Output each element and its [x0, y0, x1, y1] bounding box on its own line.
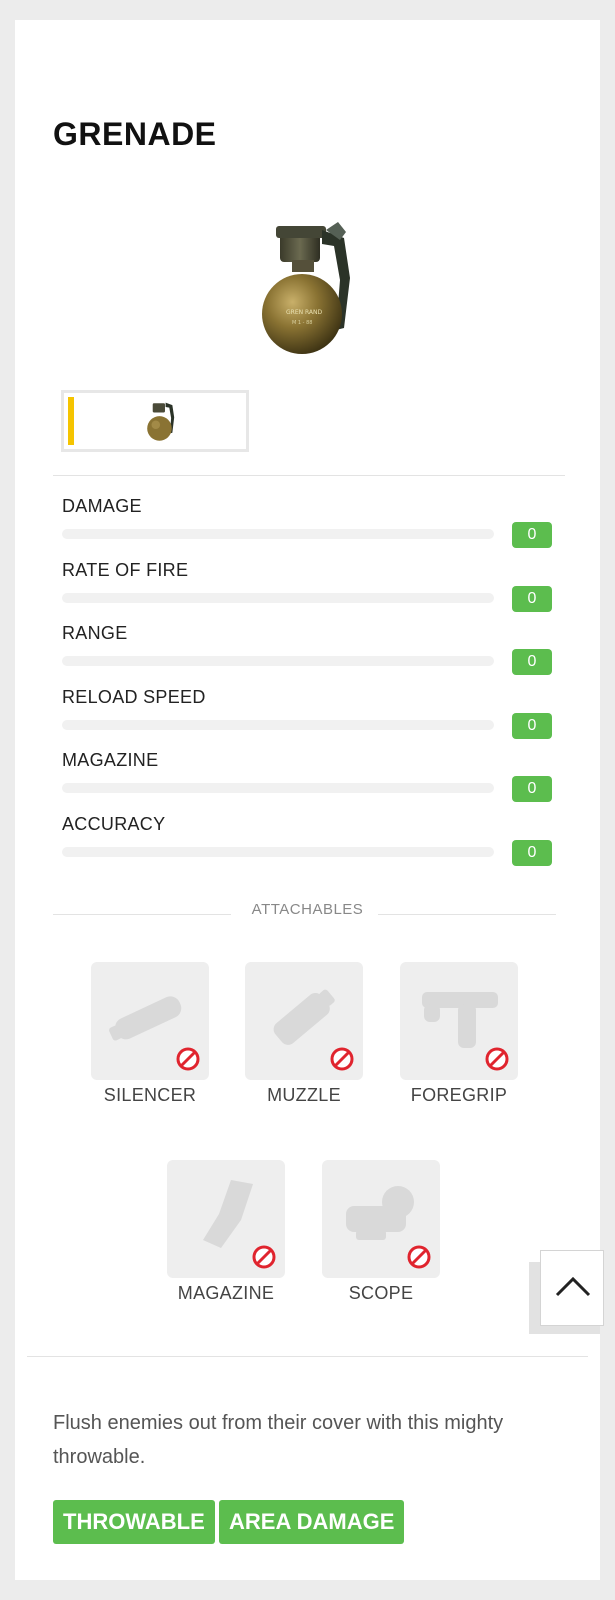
foregrip-icon [422, 992, 498, 1048]
weapon-card: GRENADE GREN RAND M 1 - 88 DAMAGE 0 RATE… [15, 20, 600, 1580]
muzzle-icon [273, 989, 335, 1045]
stat-bar-track [62, 529, 494, 539]
unavailable-icon [252, 1245, 276, 1269]
chevron-up-icon [555, 1276, 591, 1297]
stat-label: RANGE [62, 623, 128, 643]
stat-value-badge: 0 [512, 776, 552, 802]
grenade-thumbnail-image [147, 402, 175, 441]
scope-icon [346, 1186, 414, 1240]
stat-bar-track [62, 656, 494, 666]
attachable-scope[interactable] [322, 1160, 440, 1278]
attachable-magazine[interactable] [167, 1160, 285, 1278]
tag-throwable[interactable]: THROWABLE [53, 1500, 215, 1544]
stat-label: MAGAZINE [62, 750, 159, 770]
stat-bar-track [62, 847, 494, 857]
attachables-heading: ATTACHABLES [251, 901, 364, 918]
selected-indicator [68, 397, 74, 445]
unavailable-icon [176, 1047, 200, 1071]
silencer-icon [109, 996, 182, 1041]
unavailable-icon [485, 1047, 509, 1071]
stat-bar-track [62, 593, 494, 603]
stat-label: RELOAD SPEED [62, 687, 206, 707]
grenade-image: GREN RAND M 1 - 88 [262, 222, 350, 354]
attachable-label: MAGAZINE [177, 1283, 275, 1303]
stat-value-badge: 0 [512, 713, 552, 739]
attachable-label: FOREGRIP [410, 1085, 508, 1105]
attachable-foregrip[interactable] [400, 962, 518, 1080]
stat-value-badge: 0 [512, 522, 552, 548]
weapon-description: Flush enemies out from their cover with … [53, 1412, 504, 1468]
svg-text:GREN RAND: GREN RAND [286, 309, 323, 316]
stat-value-badge: 0 [512, 840, 552, 866]
variant-thumbnail[interactable] [61, 390, 249, 452]
weapon-title: GRENADE [53, 116, 217, 152]
stat-bar-track [62, 783, 494, 793]
attachable-silencer[interactable] [91, 962, 209, 1080]
attachable-muzzle[interactable] [245, 962, 363, 1080]
divider [27, 1356, 588, 1357]
stat-label: DAMAGE [62, 496, 142, 516]
attachable-label: SCOPE [348, 1283, 414, 1303]
svg-text:M 1 - 88: M 1 - 88 [292, 320, 312, 326]
attachable-label: SILENCER [103, 1085, 197, 1105]
scroll-to-top-button[interactable] [540, 1250, 604, 1326]
stat-bar-track [62, 720, 494, 730]
unavailable-icon [330, 1047, 354, 1071]
divider [53, 475, 565, 476]
stat-value-badge: 0 [512, 649, 552, 675]
tag-area-damage[interactable]: AREA DAMAGE [219, 1500, 405, 1544]
stat-label: RATE OF FIRE [62, 560, 189, 580]
attachable-label: MUZZLE [267, 1085, 341, 1105]
magazine-icon [203, 1180, 253, 1248]
stat-label: ACCURACY [62, 814, 166, 834]
stat-value-badge: 0 [512, 586, 552, 612]
unavailable-icon [407, 1245, 431, 1269]
